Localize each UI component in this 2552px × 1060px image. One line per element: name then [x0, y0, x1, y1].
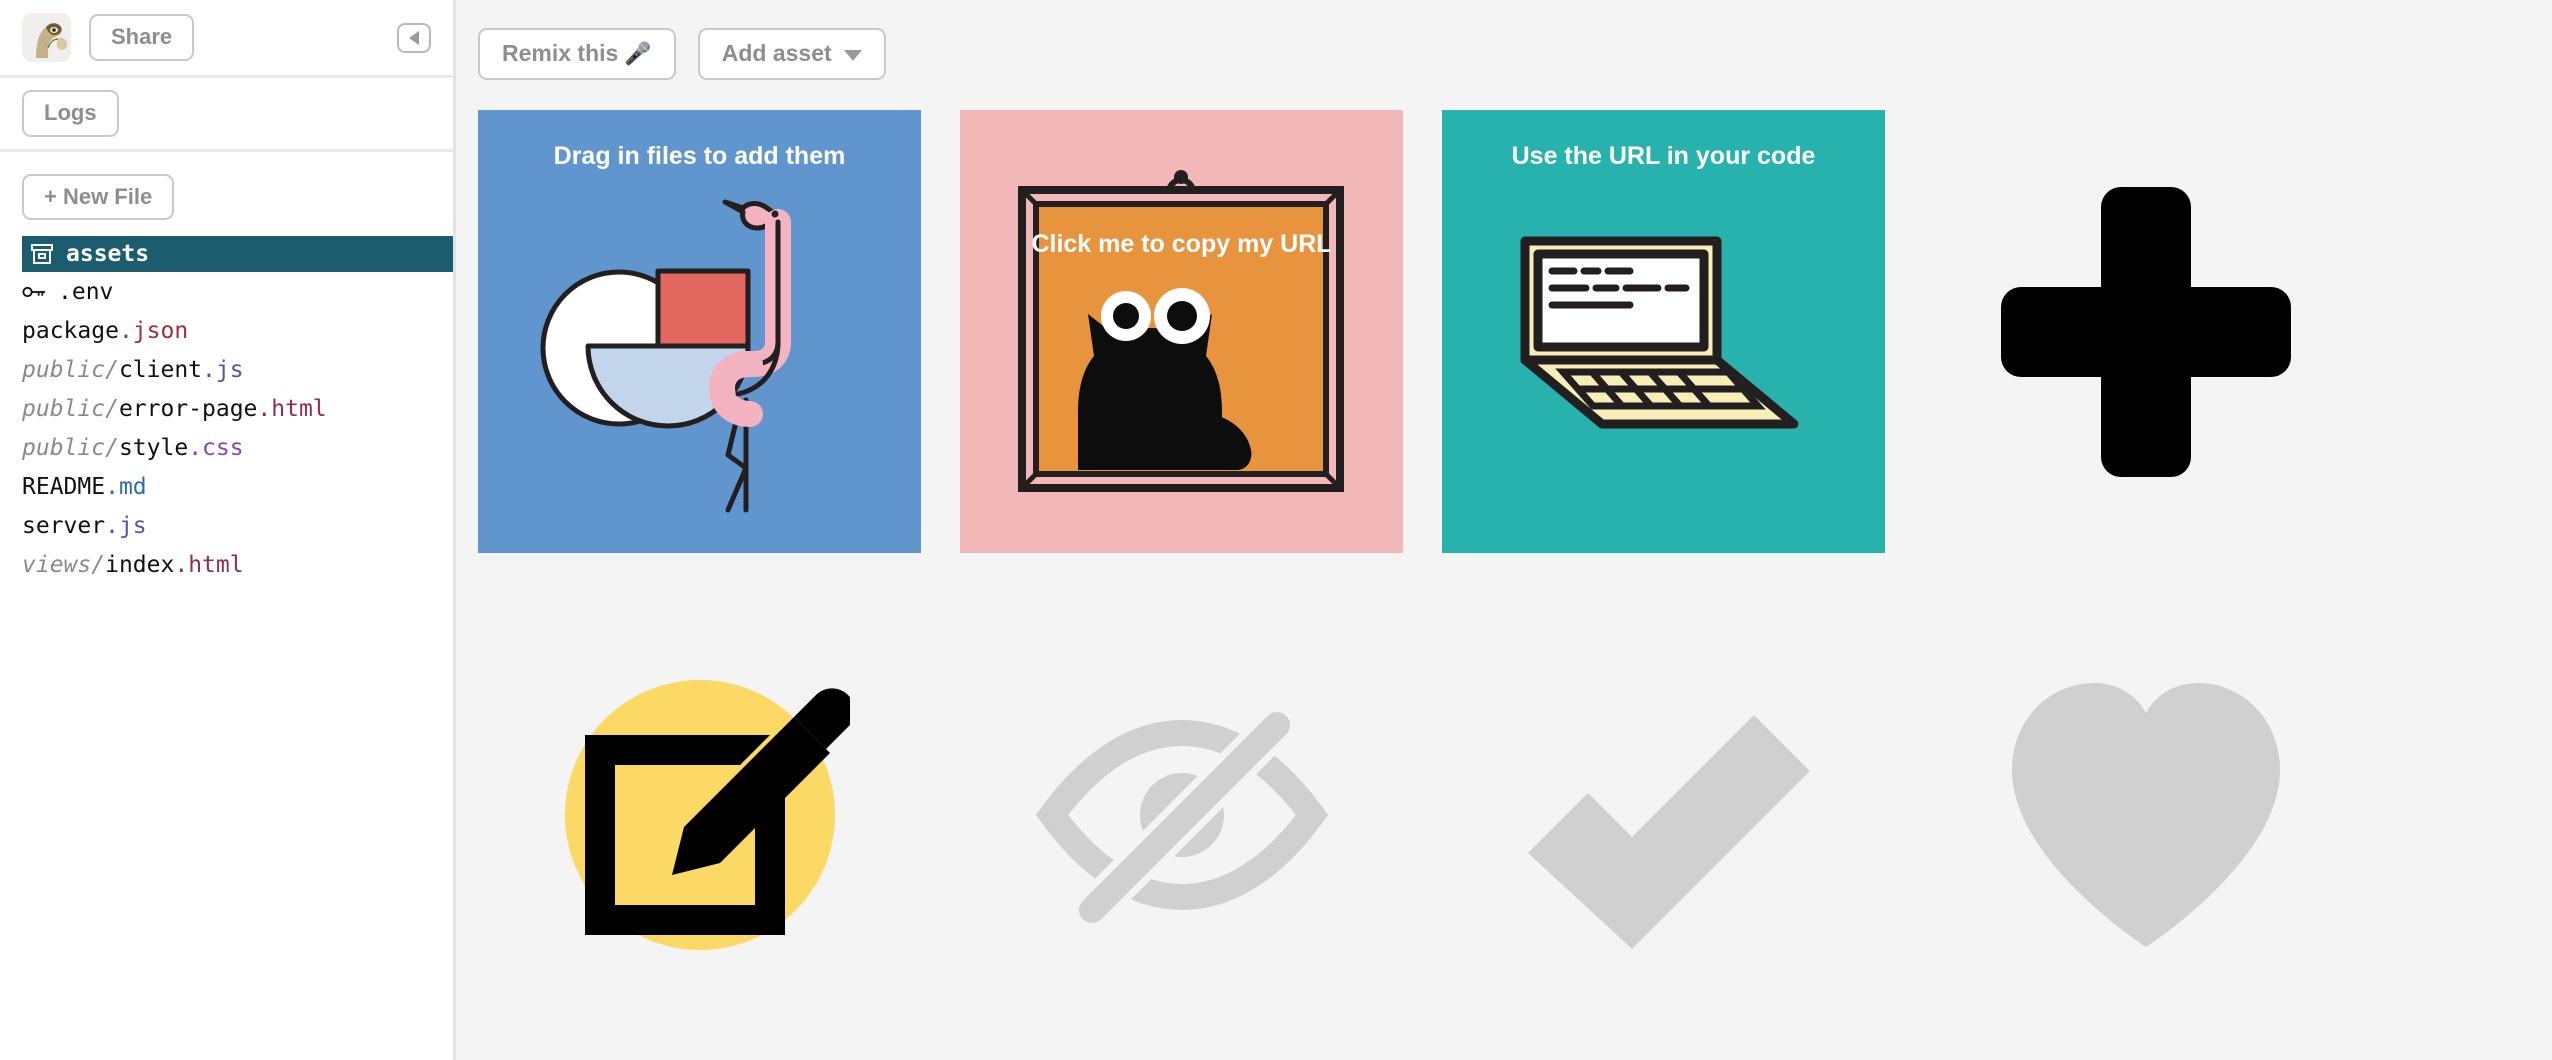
- file-extension: .md: [105, 473, 147, 500]
- framed-cat-illustration: [960, 110, 1403, 553]
- file-basename: assets: [66, 241, 150, 268]
- file-basename: .env: [58, 278, 114, 305]
- assets-toolbar: Remix this 🎤 Add asset: [456, 0, 2552, 86]
- add-asset-button[interactable]: Add asset: [697, 28, 886, 80]
- microphone-icon: 🎤: [624, 41, 652, 67]
- share-button[interactable]: Share: [89, 14, 195, 61]
- file-extension: .json: [118, 317, 189, 344]
- laptop-illustration: [1442, 110, 1885, 553]
- flamingo-illustration: [478, 110, 921, 553]
- file-extension: .html: [174, 551, 244, 578]
- chevron-down-icon: [843, 49, 862, 61]
- file-row[interactable]: public/error-page .html: [0, 389, 453, 428]
- remix-this-button[interactable]: Remix this 🎤: [478, 28, 676, 80]
- file-row[interactable]: README .md: [0, 467, 453, 506]
- asset-plus-icon[interactable]: [1924, 110, 2367, 553]
- collapse-sidebar-button[interactable]: [397, 22, 431, 53]
- assets-row-1: Drag in files to add them Click me to co…: [478, 110, 2552, 553]
- file-directory: public/: [22, 356, 119, 383]
- sidebar-header: Share: [0, 0, 453, 78]
- asset-heart-icon[interactable]: [1924, 593, 2367, 1036]
- file-basename: style: [118, 434, 189, 461]
- file-basename: error-page: [118, 395, 258, 422]
- key-icon: [22, 283, 46, 301]
- file-row[interactable]: assets: [22, 236, 453, 273]
- assets-row-2: [478, 593, 2552, 1036]
- asset-drag-in-files[interactable]: Drag in files to add them: [478, 110, 921, 553]
- asset-check-icon[interactable]: [1442, 593, 1885, 1036]
- file-basename: package: [22, 317, 119, 344]
- file-row[interactable]: .env: [0, 272, 453, 311]
- eye-off-icon: [1035, 711, 1328, 923]
- file-basename: client: [118, 356, 203, 383]
- glitch-editor: Share Logs + New File assets .env package.…: [0, 0, 2552, 1060]
- file-directory: public/: [22, 434, 119, 461]
- file-tree: + New File assets .env package .json public/…: [0, 152, 453, 584]
- heart-icon: [2011, 682, 2280, 947]
- checkmark-icon: [1527, 714, 1810, 949]
- sidebar: Share Logs + New File assets .env package.…: [0, 0, 456, 1060]
- add-asset-label: Add asset: [721, 40, 832, 67]
- file-row[interactable]: server .js: [0, 506, 453, 545]
- new-file-button[interactable]: + New File: [22, 174, 175, 221]
- file-basename: README: [22, 473, 106, 500]
- asset-use-url-in-code[interactable]: Use the URL in your code: [1442, 110, 1885, 553]
- asset-edit-icon[interactable]: [478, 593, 921, 1036]
- file-row[interactable]: views/index .html: [0, 545, 453, 584]
- main-panel: Remix this 🎤 Add asset Drag in files to …: [456, 0, 2552, 1060]
- file-basename: server: [22, 512, 106, 539]
- remix-this-label: Remix this: [502, 40, 619, 67]
- file-list: assets .env package .json public/client .js pu…: [0, 236, 453, 584]
- file-extension: .css: [188, 434, 244, 461]
- archive-box-icon: [30, 242, 54, 266]
- sidebar-logs-bar: Logs: [0, 78, 453, 152]
- file-row[interactable]: public/client .js: [0, 350, 453, 389]
- asset-click-to-copy-url[interactable]: Click me to copy my URL: [960, 110, 1403, 553]
- file-directory: public/: [22, 395, 119, 422]
- file-row[interactable]: package .json: [0, 311, 453, 350]
- plus-icon: [2000, 186, 2291, 477]
- logs-button[interactable]: Logs: [22, 90, 119, 137]
- dinosaur-avatar[interactable]: [22, 13, 71, 62]
- edit-pencil-icon: [564, 679, 850, 950]
- file-basename: index: [105, 551, 175, 578]
- assets-grid: Drag in files to add them Click me to co…: [478, 110, 2552, 1036]
- file-row[interactable]: public/style .css: [0, 428, 453, 467]
- file-extension: .js: [105, 512, 147, 539]
- file-extension: .html: [257, 395, 327, 422]
- file-extension: .js: [202, 356, 244, 383]
- file-directory: views/: [22, 551, 106, 578]
- asset-eye-off-icon[interactable]: [960, 593, 1403, 1036]
- triangle-left-icon: [409, 30, 419, 45]
